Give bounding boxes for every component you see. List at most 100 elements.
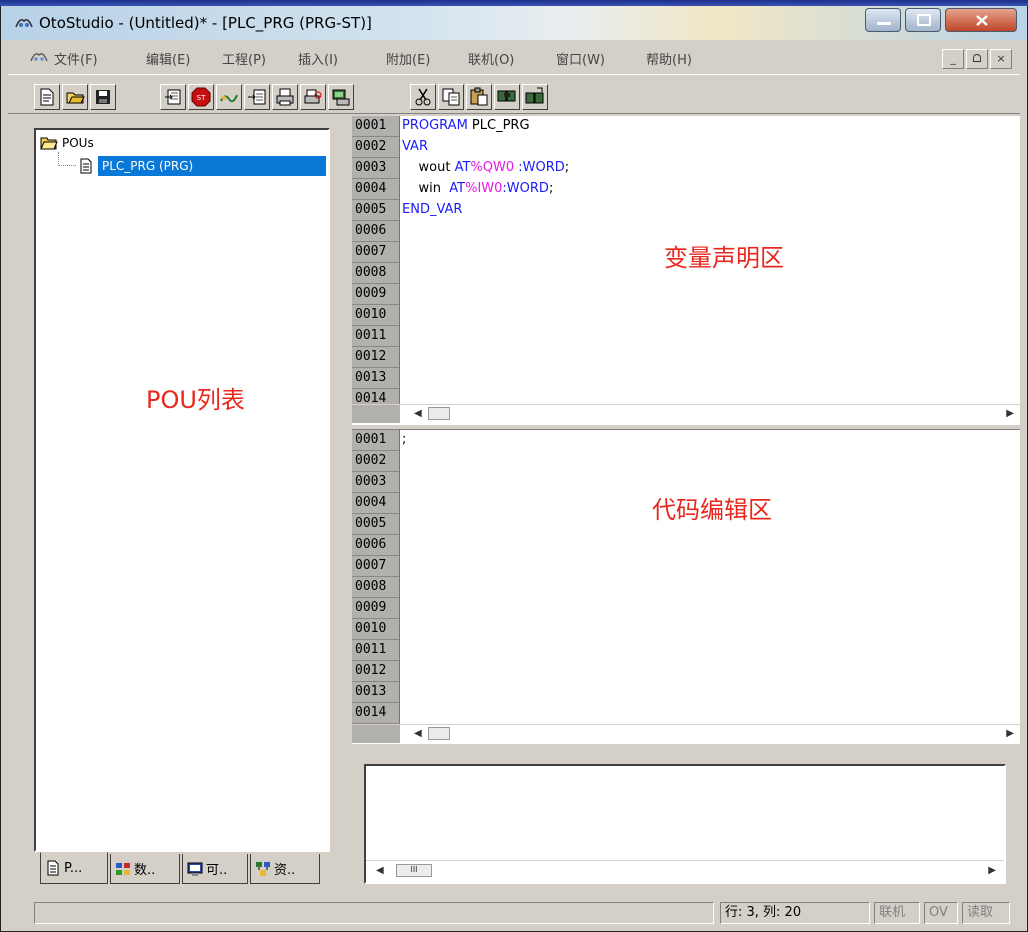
online-icon — [332, 89, 350, 106]
download-button[interactable] — [244, 84, 270, 110]
mdi-close-button[interactable]: × — [990, 49, 1012, 69]
line-number: 0001 — [352, 116, 399, 137]
line-number: 0008 — [352, 577, 399, 598]
tab-data-types-label: 数.. — [134, 863, 156, 878]
line-number: 0003 — [352, 472, 399, 493]
menu-extras[interactable]: 附加(E) — [386, 49, 430, 68]
tree-node-plc-prg[interactable]: PLC_PRG (PRG) — [98, 156, 326, 176]
online-button[interactable] — [328, 84, 354, 110]
print-preview-icon — [304, 89, 322, 104]
cut-button[interactable] — [410, 84, 436, 110]
tab-pous-label: P... — [64, 860, 83, 876]
menu-help[interactable]: 帮助(H) — [646, 49, 692, 68]
line-number: 0004 — [352, 179, 399, 200]
data-type: :WORD — [502, 181, 549, 196]
scroll-left-icon[interactable]: ◀ — [376, 865, 384, 876]
status-message — [34, 902, 714, 924]
otostudio-logo-icon — [15, 19, 33, 28]
maximize-button[interactable] — [905, 8, 941, 32]
menu-window[interactable]: 窗口(W) — [556, 49, 605, 68]
replace-button[interactable] — [522, 84, 548, 110]
menu-online[interactable]: 联机(O) — [468, 49, 514, 68]
document-icon — [80, 158, 92, 174]
message-splitter[interactable] — [352, 744, 1020, 760]
download-icon — [248, 89, 266, 105]
declaration-horizontal-scrollbar[interactable]: ◀ ▶ — [352, 404, 1020, 423]
new-button[interactable] — [34, 84, 60, 110]
line-number: 0002 — [352, 451, 399, 472]
copy-button[interactable] — [438, 84, 464, 110]
scroll-left-icon[interactable]: ◀ — [414, 408, 422, 419]
address: %IW0 — [465, 181, 503, 196]
open-button[interactable] — [62, 84, 88, 110]
mdi-minimize-button[interactable]: _ — [942, 49, 964, 69]
line-number-gutter: 0001 0002 0003 0004 0005 0006 0007 0008 … — [352, 116, 400, 406]
print-button[interactable] — [272, 84, 298, 110]
line-number: 0001 — [352, 430, 399, 451]
code-horizontal-scrollbar[interactable]: ◀ ▶ — [352, 724, 1020, 743]
status-read: 读取 — [962, 902, 1010, 924]
line-number: 0004 — [352, 493, 399, 514]
document-system-menu-icon[interactable] — [30, 49, 48, 65]
title-bar[interactable]: OtoStudio - (Untitled)* - [PLC_PRG (PRG-… — [1, 6, 1027, 40]
scroll-right-icon[interactable]: ▶ — [1006, 728, 1014, 739]
close-button[interactable] — [945, 8, 1017, 32]
minimize-icon — [877, 22, 891, 25]
resources-icon — [256, 861, 270, 876]
tree-node-pous[interactable]: POUs — [40, 135, 94, 151]
tree-connector — [58, 152, 76, 166]
code-line: END_VAR — [402, 200, 462, 220]
line-number: 0010 — [352, 619, 399, 640]
stop-icon: ST — [191, 87, 211, 107]
pou-tree[interactable] — [34, 128, 330, 852]
program-name: PLC_PRG — [467, 118, 530, 133]
find-button[interactable] — [494, 84, 520, 110]
folder-open-icon — [40, 137, 58, 150]
menu-project[interactable]: 工程(P) — [222, 49, 266, 68]
scroll-right-icon[interactable]: ▶ — [1006, 408, 1014, 419]
message-horizontal-scrollbar[interactable]: ◀ ▶ — [366, 860, 1004, 880]
run-button[interactable] — [216, 84, 242, 110]
scroll-thumb[interactable] — [428, 727, 450, 740]
open-icon — [66, 92, 85, 104]
line-number: 0009 — [352, 284, 399, 305]
line-number: 0008 — [352, 263, 399, 284]
paste-icon — [470, 87, 488, 106]
keyword: PROGRAM — [402, 118, 468, 133]
tab-visualizations[interactable]: 可.. — [182, 854, 248, 884]
menu-file[interactable]: 文件(F) — [54, 49, 98, 68]
line-number: 0006 — [352, 221, 399, 242]
keyword: END_VAR — [402, 202, 463, 217]
mdi-restore-button[interactable]: ᗝ — [966, 49, 988, 69]
minimize-button[interactable] — [865, 8, 901, 32]
run-icon — [220, 94, 238, 103]
tab-resources[interactable]: 资.. — [250, 854, 320, 884]
scroll-thumb[interactable]: III — [396, 864, 432, 877]
tab-pous[interactable]: P... — [40, 852, 108, 884]
print-preview-button[interactable] — [300, 84, 326, 110]
line-number: 0010 — [352, 305, 399, 326]
menu-bar: 文件(F) 编辑(E) 工程(P) 插入(I) 附加(E) 联机(O) 窗口(W… — [8, 44, 1020, 72]
line-number: 0012 — [352, 661, 399, 682]
keyword: AT — [449, 181, 466, 196]
menu-insert[interactable]: 插入(I) — [298, 49, 338, 68]
pou-list-annotation: POU列表 — [146, 386, 245, 414]
line-number: 0009 — [352, 598, 399, 619]
scroll-right-icon[interactable]: ▶ — [988, 865, 996, 876]
build-button[interactable] — [160, 84, 186, 110]
paste-button[interactable] — [466, 84, 492, 110]
cut-icon — [415, 88, 431, 106]
tab-data-types[interactable]: 数.. — [110, 854, 180, 884]
declaration-editor[interactable]: 0001 0002 0003 0004 0005 0006 0007 0008 … — [352, 116, 1020, 424]
code-editor[interactable]: 0001 0002 0003 0004 0005 0006 0007 0008 … — [352, 430, 1020, 744]
scroll-left-icon[interactable]: ◀ — [414, 728, 422, 739]
stop-button[interactable]: ST — [188, 84, 214, 110]
line-number-gutter: 0001 0002 0003 0004 0005 0006 0007 0008 … — [352, 430, 400, 724]
line-number: 0007 — [352, 242, 399, 263]
menu-edit[interactable]: 编辑(E) — [146, 49, 190, 68]
line-number: 0006 — [352, 535, 399, 556]
line-number: 0011 — [352, 326, 399, 347]
save-button[interactable] — [90, 84, 116, 110]
scroll-thumb[interactable] — [428, 407, 450, 420]
data-type: :WORD — [514, 160, 565, 175]
